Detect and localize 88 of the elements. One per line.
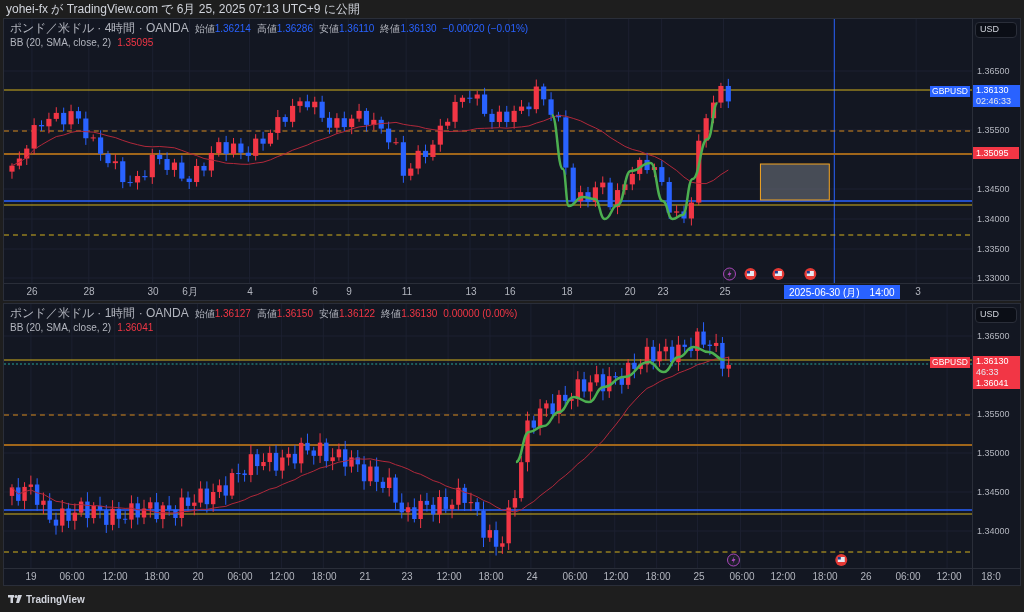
time-label: 06:00 bbox=[729, 571, 755, 582]
price-tick: 1.35500 bbox=[977, 409, 1010, 419]
time-label: 30 bbox=[147, 286, 159, 297]
time-label: 25 bbox=[693, 571, 705, 582]
ohlc-label: 高値 bbox=[256, 22, 277, 35]
time-label: 12:00 bbox=[269, 571, 295, 582]
ohlc-value: 1.36127 bbox=[214, 307, 251, 320]
time-label: 28 bbox=[83, 286, 95, 297]
last-price: 1.36130 bbox=[976, 85, 1010, 96]
price-tick: 1.34500 bbox=[977, 487, 1010, 497]
time-label: 18:00 bbox=[311, 571, 337, 582]
symbol-tag: GBPUSD bbox=[930, 357, 970, 368]
ohlc-value: 1.36214 bbox=[214, 22, 251, 35]
time-label: 3 bbox=[915, 286, 921, 297]
ohlc-label: 安値 bbox=[319, 307, 339, 320]
ohlc-label: 始値 bbox=[194, 22, 215, 35]
time-label: 16 bbox=[504, 286, 516, 297]
ohlc-value: 1.36130 bbox=[401, 307, 438, 320]
time-label: 20 bbox=[192, 571, 204, 582]
price-tick: 1.35500 bbox=[977, 125, 1010, 135]
time-label: 18:00 bbox=[144, 571, 170, 582]
brand-name: TradingView bbox=[26, 592, 85, 607]
time-label: 26 bbox=[26, 286, 38, 297]
price-tick: 1.34000 bbox=[977, 214, 1010, 224]
time-label: 23 bbox=[657, 286, 669, 297]
indicator-label: BB (20, SMA, close, 2) bbox=[10, 37, 112, 49]
time-label: 12:00 bbox=[102, 571, 128, 582]
price-change: 0.00000 (0.00%) bbox=[443, 307, 518, 320]
ohlc-value: 1.36286 bbox=[276, 22, 313, 35]
time-label: 12:00 bbox=[436, 571, 462, 582]
price-change: −0.00020 (−0.01%) bbox=[442, 22, 529, 35]
price-tick: 1.33500 bbox=[977, 244, 1010, 254]
price-tick: 1.33000 bbox=[977, 273, 1010, 283]
ohlc-value: 1.36122 bbox=[339, 307, 376, 320]
time-label: 06:00 bbox=[895, 571, 921, 582]
time-label: 12:00 bbox=[770, 571, 796, 582]
ohlc-value: 1.36150 bbox=[276, 307, 313, 320]
time-label: 06:00 bbox=[59, 571, 85, 582]
time-label: 9 bbox=[346, 286, 352, 297]
countdown-timer: 02:46:33 bbox=[976, 96, 1013, 107]
price-tick: 1.36500 bbox=[977, 331, 1010, 341]
ohlc-label: 安値 bbox=[319, 22, 339, 35]
indicator-tag: 1.35095 bbox=[973, 147, 1019, 159]
time-label: 12:00 bbox=[603, 571, 629, 582]
currency-button[interactable]: USD bbox=[975, 307, 1017, 323]
time-label: 18:0 bbox=[981, 571, 1001, 582]
ohlc-label: 始値 bbox=[194, 307, 215, 320]
symbol-title: ポンド／米ドル · 1時間 · OANDA bbox=[10, 306, 189, 321]
time-label: 21 bbox=[359, 571, 371, 582]
time-label: 20 bbox=[624, 286, 636, 297]
indicator-label: BB (20, SMA, close, 2) bbox=[10, 322, 112, 334]
time-label: 25 bbox=[719, 286, 731, 297]
crosshair-time: 14:00 bbox=[869, 285, 895, 300]
time-label: 4 bbox=[247, 286, 253, 297]
ohlc-label: 終値 bbox=[381, 307, 402, 320]
ohlc-label: 終値 bbox=[380, 22, 401, 35]
symbol-title: ポンド／米ドル · 4時間 · OANDA bbox=[10, 21, 189, 36]
time-label: 18:00 bbox=[478, 571, 504, 582]
ohlc-value: 1.36130 bbox=[400, 22, 437, 35]
time-label: 19 bbox=[25, 571, 37, 582]
time-label: 12:00 bbox=[936, 571, 962, 582]
indicator-value: 1.36041 bbox=[117, 322, 154, 334]
countdown-timer: 46:33 bbox=[976, 367, 1000, 378]
time-label: 18 bbox=[561, 286, 573, 297]
time-label: 13 bbox=[465, 286, 477, 297]
symbol-tag: GBPUSD bbox=[930, 86, 970, 97]
price-tick: 1.34000 bbox=[977, 526, 1010, 536]
time-label: 18:00 bbox=[812, 571, 838, 582]
price-tick: 1.34500 bbox=[977, 184, 1010, 194]
publish-info: yohei-fx が TradingView.com で 6月 25, 2025 07:13 UTC+9 に公開 bbox=[6, 1, 360, 17]
currency-button[interactable]: USD bbox=[975, 22, 1017, 38]
indicator-value: 1.35095 bbox=[117, 37, 154, 49]
time-label: 11 bbox=[401, 286, 413, 297]
crosshair-date: 2025-06-30 (月) bbox=[789, 285, 860, 300]
price-tick: 1.35000 bbox=[977, 448, 1010, 458]
time-label: 06:00 bbox=[227, 571, 253, 582]
ohlc-value: 1.36110 bbox=[339, 22, 375, 35]
time-label: 24 bbox=[526, 571, 538, 582]
indicator-price: 1.36041 bbox=[976, 378, 1010, 389]
time-label: 18:00 bbox=[645, 571, 671, 582]
time-label: 26 bbox=[860, 571, 872, 582]
time-label: 6月 bbox=[182, 286, 198, 297]
time-label: 06:00 bbox=[562, 571, 588, 582]
price-tick: 1.36500 bbox=[977, 66, 1010, 76]
last-price: 1.36130 bbox=[976, 356, 1010, 367]
ohlc-label: 高値 bbox=[256, 307, 277, 320]
time-label: 23 bbox=[401, 571, 413, 582]
time-label: 6 bbox=[312, 286, 318, 297]
